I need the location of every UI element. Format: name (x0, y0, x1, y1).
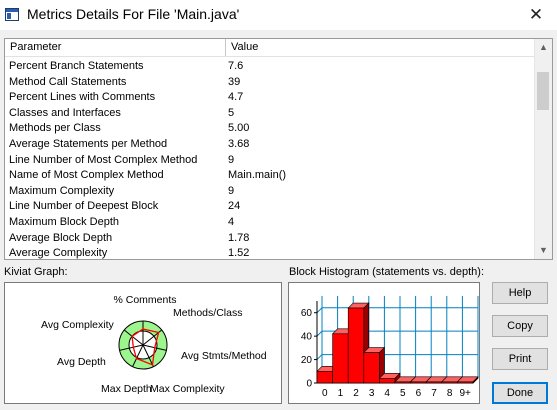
table-rows: Percent Branch Statements 7.6 Method Call … (5, 59, 535, 260)
parameter-cell: Percent Lines with Comments (9, 91, 156, 104)
print-button[interactable]: Print (492, 348, 548, 370)
kiviat-axis-label: Max Complexity (150, 383, 225, 395)
value-cell: 4.7 (228, 91, 244, 104)
histogram-bar (441, 381, 458, 384)
value-cell: 3.68 (228, 137, 250, 150)
histogram-bar (332, 333, 349, 384)
value-cell: 1.78 (228, 231, 250, 244)
y-tick-label: 40 (301, 332, 313, 343)
x-tick-label: 6 (416, 388, 422, 399)
kiviat-svg: % Comments Methods/Class Avg Stmts/Metho… (41, 294, 267, 395)
kiviat-graph-label: Kiviat Graph: (4, 266, 68, 278)
column-header-value[interactable]: Value (226, 39, 535, 56)
kiviat-axis-label: Avg Complexity (41, 319, 115, 331)
table-row[interactable]: Maximum Complexity 9 (5, 184, 535, 200)
metrics-table[interactable]: Parameter Value Percent Branch Statement… (4, 38, 553, 260)
x-tick-label: 7 (431, 388, 437, 399)
table-row[interactable]: Percent Lines with Comments 4.7 (5, 90, 535, 106)
parameter-cell: Average Block Depth (9, 231, 113, 244)
scroll-up-icon[interactable]: ▲ (535, 39, 552, 56)
y-tick-label: 0 (306, 379, 312, 390)
table-row[interactable]: Line Number of Most Complex Method 9 (5, 153, 535, 169)
table-header: Parameter Value (5, 39, 535, 57)
histogram-bar (316, 370, 333, 384)
histogram-grid-line (316, 307, 323, 314)
help-button[interactable]: Help (492, 282, 548, 304)
x-tick-label: 4 (384, 388, 390, 399)
x-tick-label: 0 (322, 388, 328, 399)
window-title: Metrics Details For File 'Main.java' (27, 6, 240, 22)
histogram-grid-line (316, 330, 323, 337)
parameter-cell: Maximum Complexity (9, 184, 115, 197)
kiviat-graph: % Comments Methods/Class Avg Stmts/Metho… (4, 282, 282, 404)
table-row[interactable]: Methods per Class 5.00 (5, 121, 535, 137)
vertical-scrollbar[interactable]: ▲ ▼ (534, 39, 552, 259)
value-cell: 1.52 (228, 247, 250, 260)
kiviat-axis-label: Methods/Class (173, 307, 242, 319)
histogram-grid-line (316, 354, 323, 360)
table-row[interactable]: Average Block Depth 1.78 (5, 231, 535, 247)
parameter-cell: Methods per Class (9, 122, 101, 135)
x-tick-label: 5 (400, 388, 406, 399)
done-button[interactable]: Done (492, 382, 548, 404)
table-row[interactable]: Average Statements per Method 3.68 (5, 137, 535, 153)
histogram-bar (379, 378, 396, 384)
y-tick-label: 60 (301, 308, 313, 319)
value-cell: 39 (228, 75, 241, 88)
block-histogram: 0 20 40 60 0 1 2 3 4 5 6 7 8 9+ (288, 282, 480, 404)
histogram-bar (363, 352, 380, 384)
copy-button[interactable]: Copy (492, 315, 548, 337)
dialog-body: Parameter Value Percent Branch Statement… (0, 30, 557, 410)
kiviat-axis-label: Avg Stmts/Method (181, 350, 267, 362)
value-cell: Main.main() (228, 169, 287, 182)
histogram-bar (347, 307, 365, 384)
x-tick-label: 1 (338, 388, 344, 399)
title-bar: Metrics Details For File 'Main.java' ✕ (0, 0, 557, 30)
histogram-bar (394, 381, 411, 384)
x-tick-label: 8 (447, 388, 453, 399)
histogram-bar (457, 381, 474, 384)
kiviat-axis-label: % Comments (113, 294, 176, 306)
column-header-parameter[interactable]: Parameter (5, 39, 226, 56)
histogram-label: Block Histogram (statements vs. depth): (289, 266, 485, 278)
value-cell: 24 (228, 200, 241, 213)
value-cell: 5 (228, 106, 235, 119)
parameter-cell: Line Number of Most Complex Method (9, 153, 198, 166)
parameter-cell: Method Call Statements (9, 75, 127, 88)
parameter-cell: Maximum Block Depth (9, 215, 120, 228)
parameter-cell: Line Number of Deepest Block (9, 200, 159, 213)
table-row[interactable]: Classes and Interfaces 5 (5, 106, 535, 122)
parameter-cell: Classes and Interfaces (9, 106, 121, 119)
x-tick-label: 9+ (459, 388, 471, 399)
table-row[interactable]: Method Call Statements 39 (5, 75, 535, 91)
table-row[interactable]: Percent Branch Statements 7.6 (5, 59, 535, 75)
kiviat-axis-label: Max Depth (101, 383, 152, 395)
value-cell: 9 (228, 184, 235, 197)
value-cell: 4 (228, 215, 235, 228)
table-row[interactable]: Line Number of Deepest Block 24 (5, 199, 535, 215)
value-cell: 7.6 (228, 60, 244, 72)
table-row[interactable]: Name of Most Complex Method Main.main() (5, 168, 535, 184)
parameter-cell: Average Statements per Method (9, 137, 168, 150)
histogram-bar (425, 381, 443, 384)
histogram-svg: 02040600 1 2 3 4 5 6 7 8 9+ (301, 296, 479, 399)
app-window-icon (5, 8, 19, 21)
y-tick-label: 20 (301, 355, 313, 366)
parameter-cell: Average Complexity (9, 247, 108, 260)
table-row[interactable]: Maximum Block Depth 4 (5, 215, 535, 231)
value-cell: 5.00 (228, 122, 250, 135)
x-tick-label: 2 (353, 388, 359, 399)
value-cell: 9 (228, 153, 235, 166)
table-row[interactable]: Average Complexity 1.52 (5, 246, 535, 260)
scroll-thumb[interactable] (537, 72, 549, 110)
close-button[interactable]: ✕ (519, 2, 553, 28)
parameter-cell: Name of Most Complex Method (9, 169, 164, 182)
x-tick-label: 3 (369, 388, 375, 399)
kiviat-axis-label: Avg Depth (57, 356, 106, 368)
parameter-cell: Percent Branch Statements (9, 60, 144, 72)
scroll-down-icon[interactable]: ▼ (535, 242, 552, 259)
histogram-bar (410, 381, 427, 384)
